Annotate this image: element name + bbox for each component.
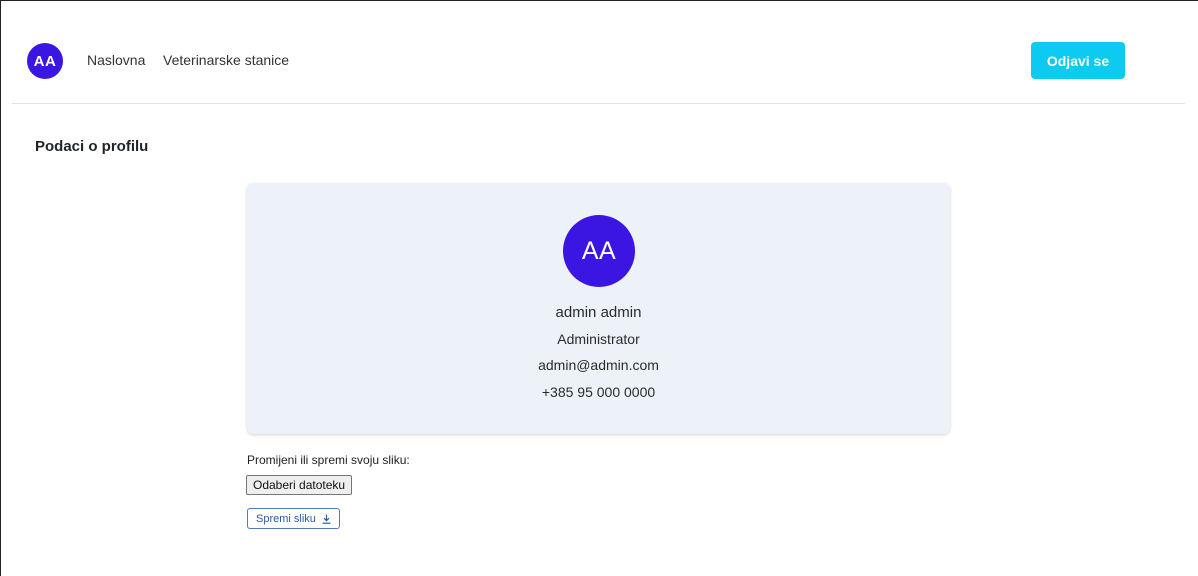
profile-avatar: AA <box>563 215 635 287</box>
top-navbar: AA Naslovna Veterinarske stanice Odjavi … <box>12 0 1185 104</box>
profile-name: admin admin <box>555 304 642 321</box>
choose-file-button[interactable]: Odaberi datoteku <box>246 475 353 495</box>
profile-email: admin@admin.com <box>538 357 659 373</box>
save-image-label: Spremi sliku <box>256 512 316 525</box>
logout-button[interactable]: Odjavi se <box>1031 42 1125 79</box>
save-image-button[interactable]: Spremi sliku <box>247 508 340 529</box>
nav-link-vet-stations[interactable]: Veterinarske stanice <box>163 52 289 68</box>
profile-role: Administrator <box>557 331 640 347</box>
profile-phone: +385 95 000 0000 <box>541 384 656 400</box>
nav-link-home[interactable]: Naslovna <box>87 52 145 68</box>
download-icon <box>322 514 331 524</box>
profile-card: AA admin admin Administrator admin@admin… <box>247 183 950 434</box>
upload-label: Promijeni ili spremi svoju sliku: <box>247 453 410 467</box>
page-title: Podaci o profilu <box>35 138 149 155</box>
user-avatar[interactable]: AA <box>27 43 63 79</box>
